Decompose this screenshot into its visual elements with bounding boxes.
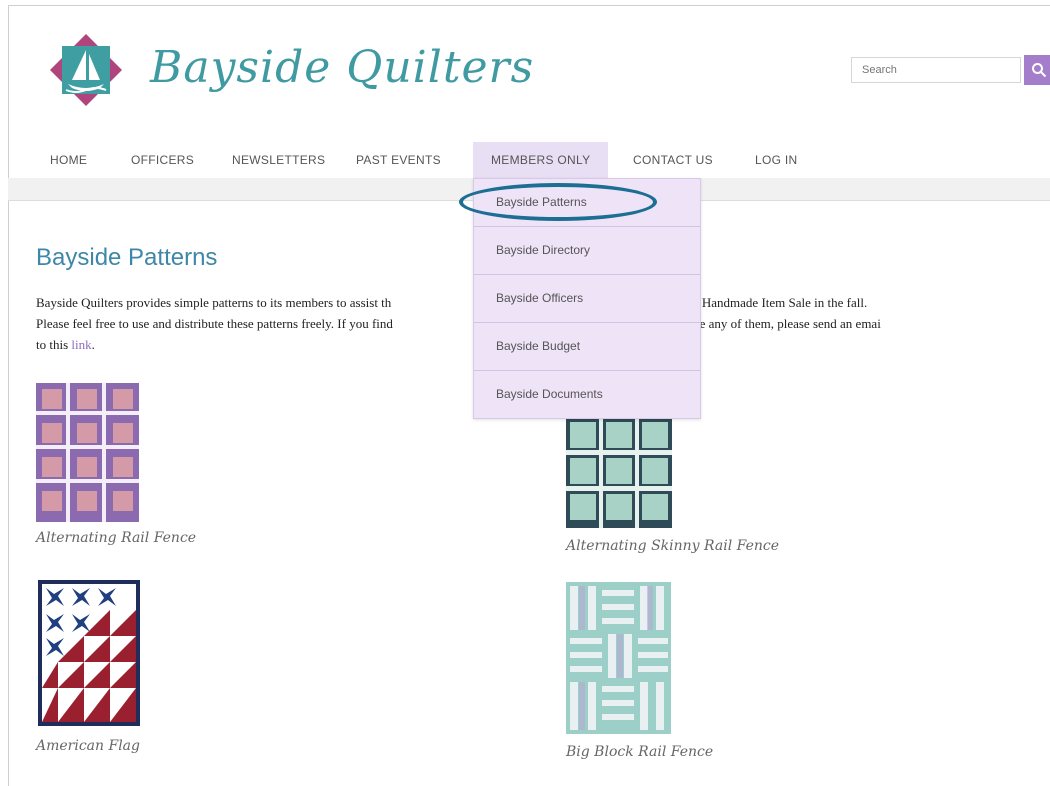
nav-home[interactable]: HOME <box>50 142 87 178</box>
nav-newsletters[interactable]: NEWSLETTERS <box>232 142 325 178</box>
nav-members-only[interactable]: MEMBERS ONLY <box>473 142 609 178</box>
pattern-label[interactable]: Big Block Rail Fence <box>566 744 713 760</box>
pattern-label[interactable]: Alternating Skinny Rail Fence <box>566 538 779 554</box>
main-nav: HOME OFFICERS NEWSLETTERS PAST EVENTS ME… <box>0 142 1050 178</box>
bayside-logo-icon[interactable] <box>46 30 126 110</box>
big-block-rail-fence-thumbnail[interactable] <box>566 582 671 734</box>
intro-text: to this <box>36 337 72 352</box>
intro-text: . <box>91 337 95 352</box>
contact-link[interactable]: link <box>71 337 91 352</box>
pattern-label[interactable]: American Flag <box>36 738 140 754</box>
search-input[interactable] <box>851 57 1021 83</box>
nav-past-events[interactable]: PAST EVENTS <box>356 142 441 178</box>
intro-text: Bayside Quilters provides simple pattern… <box>36 295 392 310</box>
pattern-label[interactable]: Alternating Rail Fence <box>36 530 196 546</box>
alternating-skinny-rail-fence-thumbnail[interactable] <box>566 418 672 528</box>
nav-officers[interactable]: OFFICERS <box>131 142 194 178</box>
dropdown-item-budget[interactable]: Bayside Budget <box>474 323 700 371</box>
dropdown-item-documents[interactable]: Bayside Documents <box>474 371 700 418</box>
page-title: Bayside Patterns <box>36 244 218 271</box>
american-flag-thumbnail[interactable] <box>38 580 140 726</box>
site-title[interactable]: Bayside Quilters <box>150 42 534 93</box>
nav-log-in[interactable]: LOG IN <box>755 142 797 178</box>
nav-contact-us[interactable]: CONTACT US <box>633 142 713 178</box>
search-button[interactable] <box>1024 55 1050 85</box>
alternating-rail-fence-thumbnail[interactable] <box>36 383 139 522</box>
dropdown-item-officers[interactable]: Bayside Officers <box>474 275 700 323</box>
intro-text: Please feel free to use and distribute t… <box>36 316 393 331</box>
highlight-circle-annotation <box>459 183 657 221</box>
search-icon <box>1032 63 1047 78</box>
dropdown-item-directory[interactable]: Bayside Directory <box>474 227 700 275</box>
